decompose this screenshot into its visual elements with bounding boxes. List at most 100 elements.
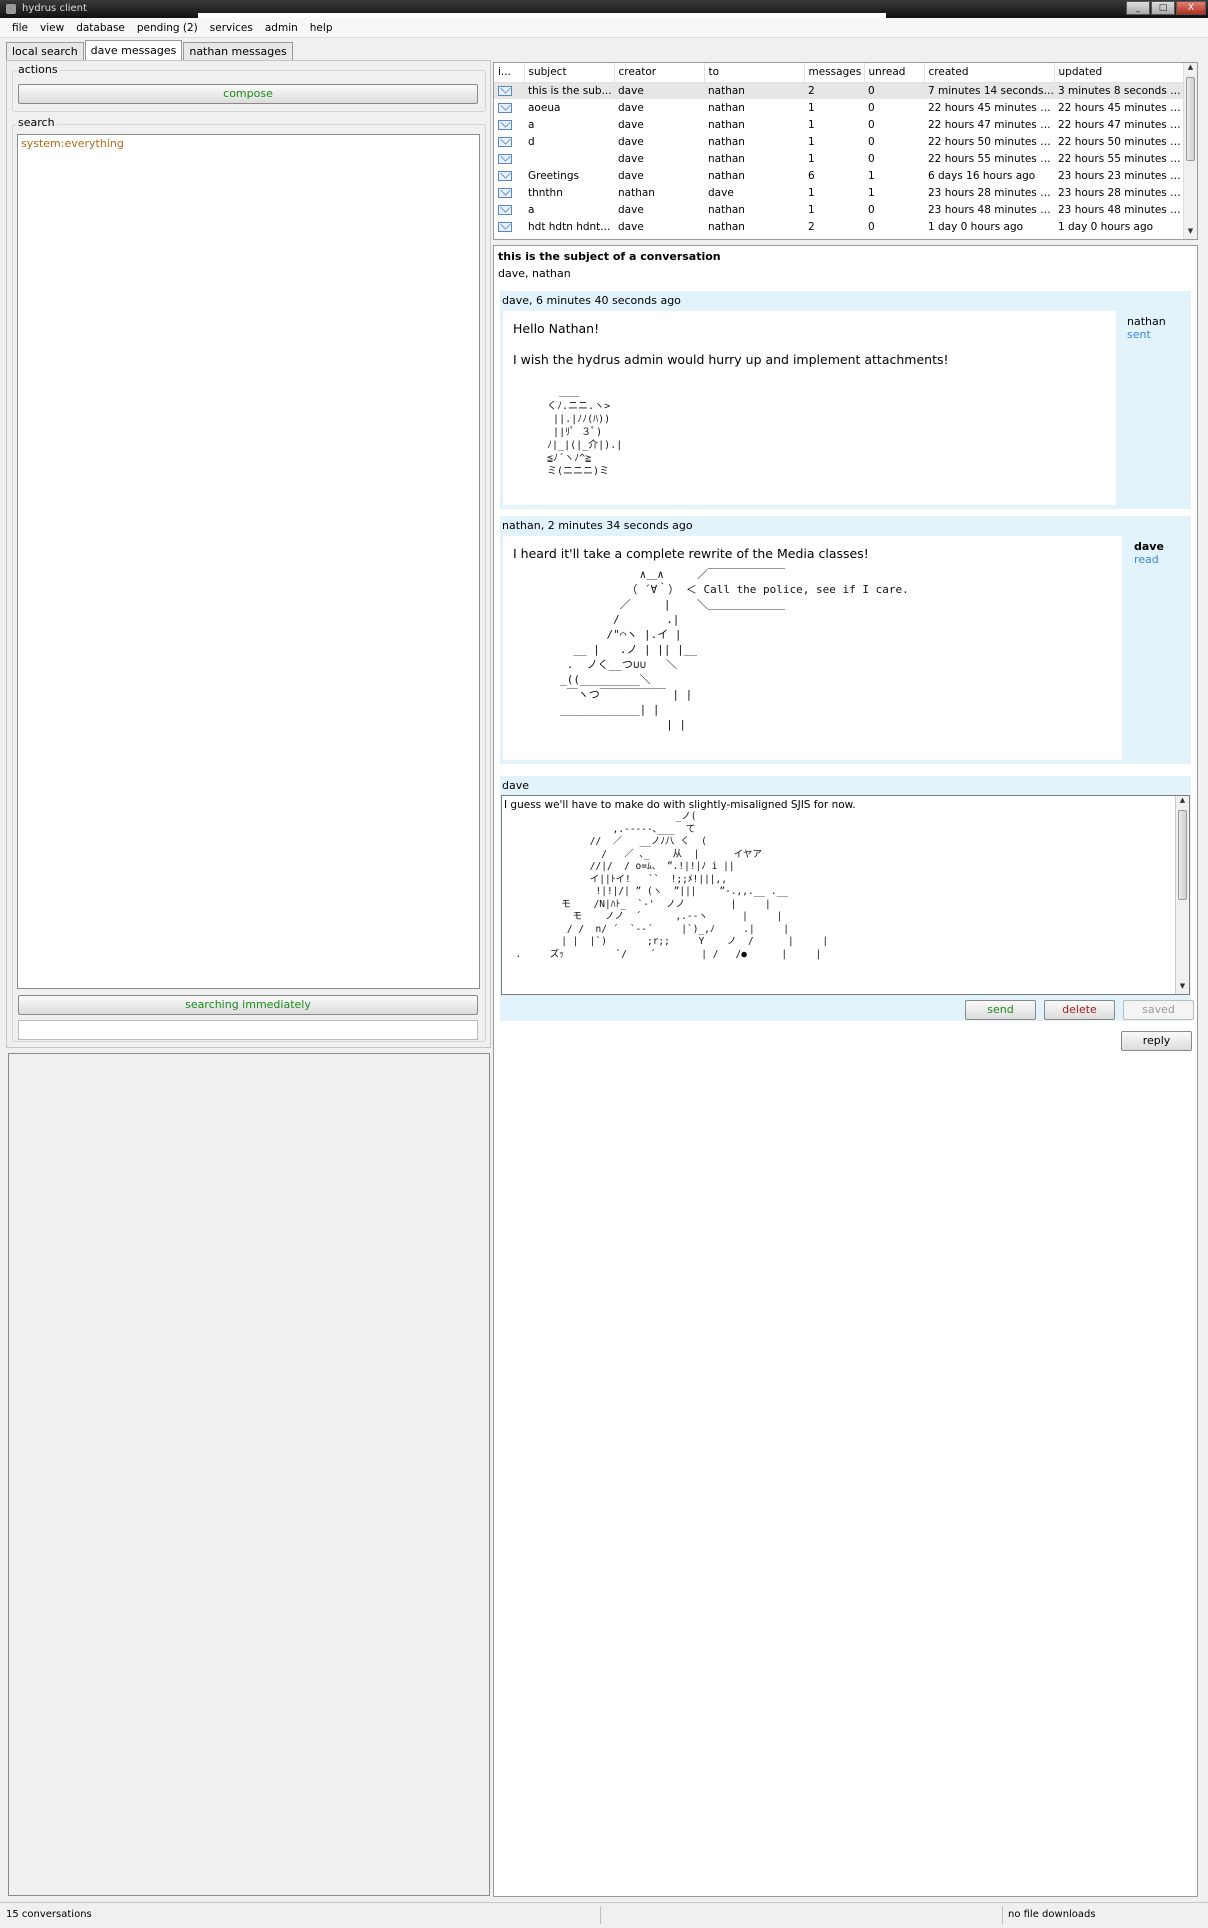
row-unread: 1 xyxy=(868,169,875,182)
draft-textarea[interactable]: I guess we'll have to make do with sligh… xyxy=(501,795,1190,995)
conversation-subject: this is the subject of a conversation xyxy=(498,250,721,263)
row-created: 22 hours 55 minutes ago xyxy=(928,152,1054,165)
menu-admin[interactable]: admin xyxy=(259,18,304,37)
draft-author: dave xyxy=(502,779,530,792)
message-ascii-art: ∧＿∧ ／￣￣￣￣￣￣￣ （ ´∀｀） ＜ Call the police, s… xyxy=(560,568,909,731)
row-created: 22 hours 47 minutes ago xyxy=(928,118,1054,131)
conversation-row[interactable]: d dave nathan 1 0 22 hours 50 minutes ag… xyxy=(494,133,1184,150)
row-creator: dave xyxy=(618,135,644,148)
menu-view[interactable]: view xyxy=(34,18,70,37)
row-unread: 0 xyxy=(868,118,875,131)
row-updated: 3 minutes 8 seconds ago xyxy=(1054,82,1184,99)
row-unread: 0 xyxy=(868,135,875,148)
row-updated: 23 hours 48 minutes ago xyxy=(1058,203,1184,216)
row-unread: 0 xyxy=(868,152,875,165)
scroll-up-icon[interactable]: ▲ xyxy=(1176,796,1189,808)
saved-button[interactable]: saved xyxy=(1123,1000,1194,1020)
message-block: nathan, 2 minutes 34 seconds ago I heard… xyxy=(500,516,1191,764)
recipient-name: nathan xyxy=(1127,315,1166,328)
row-updated: 22 hours 55 minutes ago xyxy=(1058,152,1184,165)
row-to: nathan xyxy=(708,135,745,148)
menu-file[interactable]: file xyxy=(6,18,34,37)
status-sent-link[interactable]: sent xyxy=(1127,328,1151,341)
close-button[interactable]: X xyxy=(1176,1,1206,15)
row-creator: dave xyxy=(614,82,704,99)
conversation-row[interactable]: hdt hdtn hdnt... dave nathan 2 0 1 day 0… xyxy=(494,218,1184,235)
column-unread[interactable]: unread xyxy=(864,63,925,83)
conversation-row[interactable]: Greetings dave nathan 6 1 6 days 16 hour… xyxy=(494,167,1184,184)
row-to: nathan xyxy=(708,152,745,165)
message-ascii-art: ＿＿ くﾉ.ニニ.ヽ> ||.|ﾉﾉ(ﾊ)) ||ﾘﾟ ３ﾟ) ﾉ|_|(|_介… xyxy=(547,388,623,477)
column-updated[interactable]: updated xyxy=(1054,63,1185,83)
scroll-thumb[interactable] xyxy=(1186,77,1195,161)
row-created: 22 hours 45 minutes ago xyxy=(928,101,1054,114)
row-subject: d xyxy=(528,135,535,148)
tab-local-search[interactable]: local search xyxy=(6,42,84,60)
list-scrollbar[interactable]: ▲ ▼ xyxy=(1183,63,1197,239)
maximize-button[interactable]: □ xyxy=(1151,1,1175,15)
app-icon xyxy=(6,4,16,14)
row-messages: 1 xyxy=(808,118,815,131)
status-separator xyxy=(600,1906,601,1924)
message-line: I wish the hydrus admin would hurry up a… xyxy=(513,352,949,367)
searching-immediately-button[interactable]: searching immediately xyxy=(18,995,478,1015)
page-tabs: local search dave messages nathan messag… xyxy=(6,40,294,60)
column-creator[interactable]: creator xyxy=(614,63,705,83)
downloads-status: no file downloads xyxy=(1008,1909,1096,1920)
column-messages[interactable]: messages xyxy=(804,63,865,83)
message-recipient-status: nathan sent xyxy=(1127,315,1191,341)
column-to[interactable]: to xyxy=(704,63,805,83)
row-created: 1 day 0 hours ago xyxy=(928,220,1024,233)
menu-pending[interactable]: pending (2) xyxy=(131,18,204,37)
message-recipient-status: dave read xyxy=(1134,540,1191,566)
status-read-link[interactable]: read xyxy=(1134,553,1159,566)
draft-scrollbar[interactable]: ▲ ▼ xyxy=(1175,796,1189,994)
reply-button[interactable]: reply xyxy=(1121,1031,1192,1051)
menu-services[interactable]: services xyxy=(204,18,259,37)
scroll-down-icon[interactable]: ▼ xyxy=(1184,227,1197,239)
row-creator: dave xyxy=(618,118,644,131)
row-unread: 0 xyxy=(868,203,875,216)
row-unread: 0 xyxy=(868,220,875,233)
scroll-down-icon[interactable]: ▼ xyxy=(1176,982,1189,994)
conversation-row[interactable]: dave nathan 1 0 22 hours 55 minutes ago … xyxy=(494,150,1184,167)
row-subject: thnthn xyxy=(528,186,563,199)
envelope-icon xyxy=(498,204,512,215)
menu-help[interactable]: help xyxy=(304,18,339,37)
conversation-count: 15 conversations xyxy=(6,1909,92,1920)
column-icon[interactable]: i... xyxy=(494,63,525,83)
compose-button[interactable]: compose xyxy=(18,84,478,104)
conversation-row[interactable]: aoeua dave nathan 1 0 22 hours 45 minute… xyxy=(494,99,1184,116)
row-updated: 22 hours 47 minutes ago xyxy=(1058,118,1184,131)
row-to: nathan xyxy=(708,203,745,216)
tab-dave-messages[interactable]: dave messages xyxy=(84,40,183,60)
row-created: 22 hours 50 minutes ago xyxy=(928,135,1054,148)
menu-database[interactable]: database xyxy=(70,18,131,37)
conversation-row[interactable]: a dave nathan 1 0 22 hours 47 minutes ag… xyxy=(494,116,1184,133)
search-predicates-list[interactable]: system:everything xyxy=(17,134,480,989)
column-subject[interactable]: subject xyxy=(524,63,615,83)
conversation-row[interactable]: a dave nathan 1 0 23 hours 48 minutes ag… xyxy=(494,201,1184,218)
conversation-row[interactable]: thnthn nathan dave 1 1 23 hours 28 minut… xyxy=(494,184,1184,201)
delete-button[interactable]: delete xyxy=(1044,1000,1115,1020)
window-controls: _ □ X xyxy=(1125,1,1206,15)
draft-ascii-art: _ノ( ,.-‐‐‐-､___ て // ／ __ノﾉ八 く ( / ／ ､_ … xyxy=(515,811,829,960)
envelope-icon xyxy=(498,187,512,198)
row-creator: dave xyxy=(618,203,644,216)
row-to: nathan xyxy=(708,220,745,233)
row-messages: 1 xyxy=(808,101,815,114)
envelope-icon xyxy=(498,221,512,232)
row-subject: this is the sub... xyxy=(524,82,614,99)
conversation-row[interactable]: this is the sub... dave nathan 2 0 7 min… xyxy=(494,82,1184,99)
tab-nathan-messages[interactable]: nathan messages xyxy=(183,42,293,60)
minimize-button[interactable]: _ xyxy=(1126,1,1150,15)
tag-autocomplete-input[interactable] xyxy=(18,1020,478,1040)
send-button[interactable]: send xyxy=(965,1000,1036,1020)
scroll-up-icon[interactable]: ▲ xyxy=(1184,63,1197,75)
scroll-thumb[interactable] xyxy=(1178,810,1187,900)
row-messages: 1 xyxy=(808,186,815,199)
column-created[interactable]: created xyxy=(924,63,1055,83)
window-title: hydrus client xyxy=(22,3,87,14)
row-messages: 2 xyxy=(804,82,864,99)
predicate-system-everything[interactable]: system:everything xyxy=(21,137,124,150)
